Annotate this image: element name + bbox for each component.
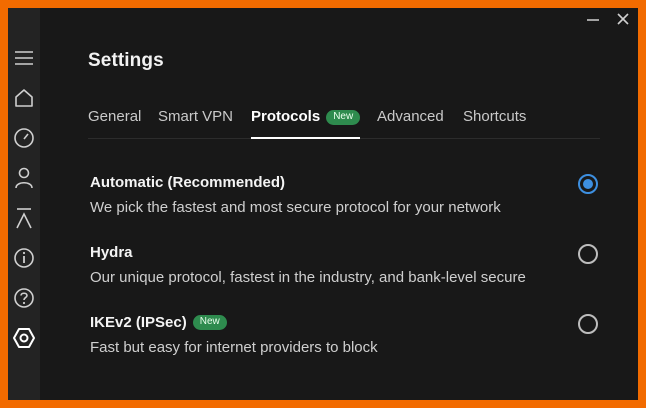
- option-description: Our unique protocol, fastest in the indu…: [90, 269, 526, 286]
- settings-hexagon-icon[interactable]: [8, 324, 40, 352]
- tab-label: Shortcuts: [463, 108, 527, 125]
- tab-smart-vpn[interactable]: Smart VPN: [158, 108, 233, 138]
- app-window: Settings General Smart VPN Protocols New…: [8, 8, 638, 400]
- minimize-button[interactable]: [578, 8, 608, 30]
- sidebar: [8, 8, 40, 400]
- tab-label: Smart VPN: [158, 108, 234, 125]
- speedometer-icon[interactable]: [8, 124, 40, 152]
- radio-button-automatic[interactable]: [578, 174, 598, 194]
- option-title: IKEv2 (IPSec) New: [90, 314, 227, 331]
- tab-shortcuts[interactable]: Shortcuts: [463, 108, 526, 138]
- close-button[interactable]: [608, 8, 638, 30]
- tab-general[interactable]: General: [88, 108, 141, 138]
- help-icon[interactable]: [8, 284, 40, 312]
- new-badge: New: [326, 110, 361, 125]
- option-description: We pick the fastest and most secure prot…: [90, 199, 501, 216]
- minimize-icon: [587, 19, 599, 21]
- protocol-option-automatic[interactable]: Automatic (Recommended) We pick the fast…: [90, 174, 600, 230]
- tab-label: Protocols: [251, 108, 321, 125]
- user-icon[interactable]: [8, 164, 40, 192]
- page-title: Settings: [88, 50, 164, 71]
- option-title-text: Hydra: [90, 244, 133, 261]
- tab-bar: General Smart VPN Protocols New Advanced…: [88, 108, 600, 139]
- tab-label: General: [88, 108, 142, 125]
- protocol-option-ikev2[interactable]: IKEv2 (IPSec) New Fast but easy for inte…: [90, 314, 600, 370]
- new-badge: New: [192, 315, 227, 330]
- option-title-text: Automatic (Recommended): [90, 174, 286, 191]
- tab-protocols[interactable]: Protocols New: [251, 108, 361, 139]
- orange-frame: Settings General Smart VPN Protocols New…: [0, 0, 646, 408]
- radio-dot: [583, 179, 593, 189]
- radio-button-hydra[interactable]: [578, 244, 598, 264]
- radio-button-ikev2[interactable]: [578, 314, 598, 334]
- option-title: Hydra: [90, 244, 133, 261]
- option-description: Fast but easy for internet providers to …: [90, 339, 378, 356]
- close-icon: [617, 13, 629, 25]
- lambda-icon[interactable]: [8, 204, 40, 232]
- window-controls: [578, 8, 638, 30]
- tab-advanced[interactable]: Advanced: [377, 108, 444, 138]
- info-icon[interactable]: [8, 244, 40, 272]
- tab-label: Advanced: [377, 108, 444, 125]
- option-title: Automatic (Recommended): [90, 174, 285, 191]
- option-title-text: IKEv2 (IPSec): [90, 314, 187, 331]
- home-icon[interactable]: [8, 84, 40, 112]
- protocol-option-hydra[interactable]: Hydra Our unique protocol, fastest in th…: [90, 244, 600, 300]
- menu-icon[interactable]: [8, 44, 40, 72]
